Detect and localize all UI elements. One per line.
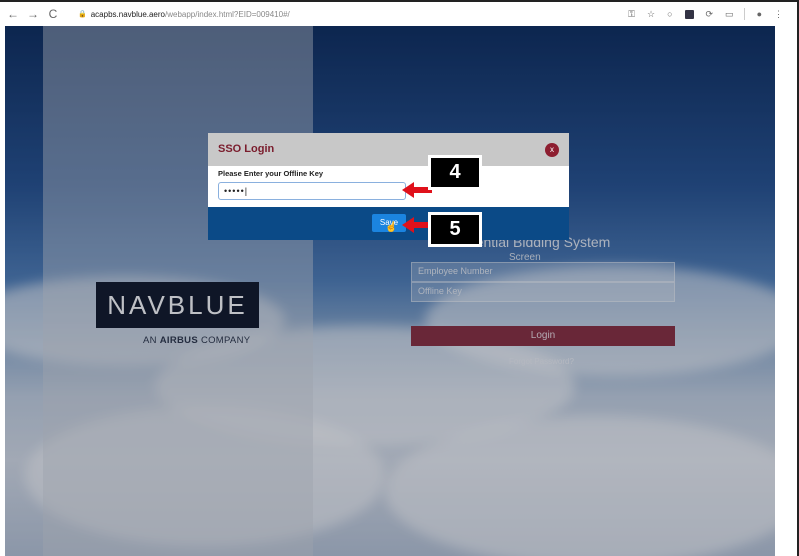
- extension-square-icon[interactable]: [684, 9, 694, 19]
- toolbar-separator: [743, 8, 745, 20]
- address-bar[interactable]: 🔒 acapbs.navblue.aero /webapp/index.html…: [78, 10, 290, 19]
- circle-icon[interactable]: ○: [667, 9, 672, 19]
- lock-icon: 🔒: [78, 11, 87, 18]
- reload-button[interactable]: C: [46, 7, 60, 21]
- offline-key-label: Please Enter your Offline Key: [218, 169, 324, 178]
- forward-button[interactable]: →: [26, 7, 40, 21]
- dialog-header: SSO Login x: [208, 133, 569, 166]
- url-host: acapbs.navblue.aero: [90, 9, 165, 19]
- extensions-area: ⚿ ☆ ○ ⟳ ▭ ● ⋮: [616, 8, 783, 20]
- back-button[interactable]: ←: [6, 7, 20, 21]
- close-button[interactable]: x: [545, 143, 559, 157]
- url-path: /webapp/index.html?EID=009410#/: [165, 9, 290, 19]
- page-viewport: NAVBLUE AN AIRBUS COMPANY rential Biddin…: [5, 26, 775, 556]
- hand-cursor-icon: ☝: [385, 222, 398, 233]
- dialog-footer: Save ☝: [208, 207, 569, 240]
- step-callout-4: 4: [428, 155, 482, 190]
- modal-backdrop: [5, 26, 775, 556]
- dialog-title: SSO Login: [218, 143, 275, 155]
- dialog-body: Please Enter your Offline Key •••••|: [208, 166, 569, 207]
- star-icon[interactable]: ☆: [647, 9, 655, 20]
- profile-icon[interactable]: ●: [757, 9, 762, 19]
- sso-login-dialog: SSO Login x Please Enter your Offline Ke…: [208, 133, 569, 240]
- offline-key-input[interactable]: •••••|: [218, 182, 406, 200]
- browser-toolbar: ← → C 🔒 acapbs.navblue.aero /webapp/inde…: [0, 2, 797, 26]
- refresh-extension-icon[interactable]: ⟳: [706, 9, 714, 20]
- step-callout-5: 5: [428, 212, 482, 247]
- screenshot-frame: ← → C 🔒 acapbs.navblue.aero /webapp/inde…: [0, 0, 799, 556]
- menu-icon[interactable]: ⋮: [774, 9, 783, 20]
- key-icon[interactable]: ⚿: [628, 9, 635, 20]
- cast-icon[interactable]: ▭: [725, 9, 734, 20]
